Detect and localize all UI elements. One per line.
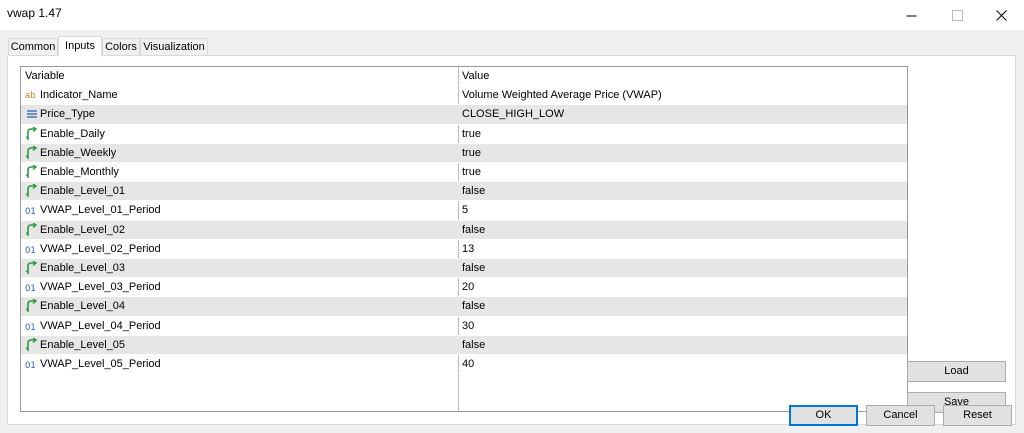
table-row[interactable]: Price_Type CLOSE_HIGH_LOW [21, 105, 907, 125]
int-icon: 01 [25, 207, 36, 217]
variable-value[interactable]: false [462, 182, 902, 201]
svg-text:01: 01 [25, 207, 36, 217]
bool-icon [25, 184, 38, 198]
variable-value[interactable]: true [462, 125, 902, 144]
tab-visualization[interactable]: Visualization [140, 38, 208, 56]
variable-value[interactable]: false [462, 297, 902, 316]
variable-name: VWAP_Level_03_Period [40, 281, 161, 294]
table-row[interactable]: Enable_Weekly true [21, 143, 907, 163]
table-row[interactable]: Enable_Daily true [21, 125, 907, 144]
bool-icon [25, 261, 38, 274]
bool-icon [25, 126, 38, 140]
int-icon: 01 [25, 323, 36, 333]
variable-value[interactable]: false [462, 259, 902, 278]
window-title: vwap 1.47 [7, 6, 62, 20]
variable-name: Price_Type [40, 108, 96, 121]
reset-button[interactable]: Reset [943, 405, 1012, 426]
variable-name: VWAP_Level_04_Period [40, 319, 161, 332]
svg-text:01: 01 [25, 361, 36, 371]
enum-icon [27, 110, 37, 119]
table-row[interactable]: ab Indicator_Name Volume Weighted Average … [21, 86, 907, 106]
variable-value[interactable]: 30 [462, 317, 902, 336]
table-row[interactable]: Enable_Level_02 false [21, 220, 907, 240]
tab-colors[interactable]: Colors [102, 38, 140, 56]
tab-inputs[interactable]: Inputs [58, 36, 102, 57]
svg-text:ab: ab [25, 91, 36, 101]
int-icon: 01 [25, 246, 36, 256]
table-row[interactable]: Enable_Level_04 false [21, 297, 907, 317]
variable-name: VWAP_Level_02_Period [40, 242, 161, 255]
svg-text:01: 01 [25, 246, 36, 256]
dialog-body: Common Inputs Colors Visualization Varia… [0, 30, 1024, 433]
variable-value[interactable]: false [462, 336, 902, 355]
table-row[interactable]: 01 VWAP_Level_01_Period 5 [21, 201, 907, 221]
bool-icon [25, 337, 38, 351]
int-icon: 01 [25, 361, 36, 371]
int-icon: 01 [25, 284, 36, 294]
variable-name: Enable_Level_03 [40, 262, 126, 274]
table-row[interactable]: 01 VWAP_Level_03_Period 20 [21, 278, 907, 298]
variable-name: Enable_Level_04 [40, 300, 126, 313]
table-row[interactable]: Enable_Monthly true [21, 163, 907, 183]
variable-name: Enable_Level_02 [40, 223, 126, 236]
maximize-button[interactable] [934, 0, 980, 30]
table-row[interactable]: 01 VWAP_Level_02_Period 13 [21, 240, 907, 259]
grid-header: Variable Value [21, 67, 907, 87]
header-value[interactable]: Value [462, 67, 902, 86]
variable-name: Indicator_Name [40, 89, 118, 102]
variable-value[interactable]: 40 [462, 355, 902, 374]
close-button[interactable] [978, 0, 1024, 30]
variable-name: VWAP_Level_01_Period [40, 204, 161, 217]
minimize-button[interactable] [888, 0, 934, 30]
bool-icon [25, 145, 38, 159]
tab-common-label: Common [10, 41, 56, 53]
ok-button[interactable]: OK [789, 405, 858, 426]
tab-common[interactable]: Common [8, 38, 58, 56]
cancel-button[interactable]: Cancel [866, 405, 935, 426]
variable-value[interactable]: CLOSE_HIGH_LOW [462, 105, 902, 124]
table-row[interactable]: Enable_Level_03 false [21, 259, 907, 279]
minimize-icon [906, 15, 916, 16]
variable-value[interactable]: 5 [462, 201, 902, 220]
svg-text:01: 01 [25, 284, 36, 294]
string-icon: ab [25, 91, 36, 101]
svg-text:01: 01 [25, 323, 36, 333]
variable-name: Enable_Weekly [40, 146, 117, 159]
tab-inputs-label: Inputs [65, 40, 95, 52]
inputs-grid[interactable]: Variable Value ab Indicator_Name Volume We… [20, 66, 908, 412]
bool-icon [25, 299, 38, 313]
table-row[interactable]: Enable_Level_05 false [21, 335, 907, 355]
tab-colors-label: Colors [105, 41, 137, 53]
variable-name: Enable_Level_01 [40, 185, 126, 198]
header-variable[interactable]: Variable [25, 67, 457, 86]
variable-value[interactable]: false [462, 221, 902, 240]
table-row[interactable]: 01 VWAP_Level_04_Period 30 [21, 317, 907, 336]
variable-name: Enable_Level_05 [40, 338, 126, 351]
table-row[interactable]: 01 VWAP_Level_05_Period 40 [21, 355, 907, 375]
variable-name: VWAP_Level_05_Period [40, 358, 161, 370]
load-button[interactable]: Load [907, 361, 1006, 382]
tab-visualization-label: Visualization [143, 41, 205, 53]
table-row[interactable]: Enable_Level_01 false [21, 182, 907, 202]
inputs-tab-page: Variable Value ab Indicator_Name Volume We… [7, 55, 1016, 425]
variable-name: Enable_Daily [40, 127, 105, 140]
variable-value[interactable]: 20 [462, 278, 902, 297]
title-bar: vwap 1.47 [0, 0, 1024, 30]
bool-icon [25, 222, 38, 236]
variable-value[interactable]: Volume Weighted Average Price (VWAP) [462, 86, 902, 105]
bool-icon [25, 165, 38, 178]
variable-value[interactable]: true [462, 144, 902, 163]
variable-value[interactable]: true [462, 163, 902, 182]
maximize-icon [951, 9, 963, 21]
variable-value[interactable]: 13 [462, 240, 902, 259]
variable-name: Enable_Monthly [40, 166, 119, 178]
close-icon [995, 9, 1007, 21]
